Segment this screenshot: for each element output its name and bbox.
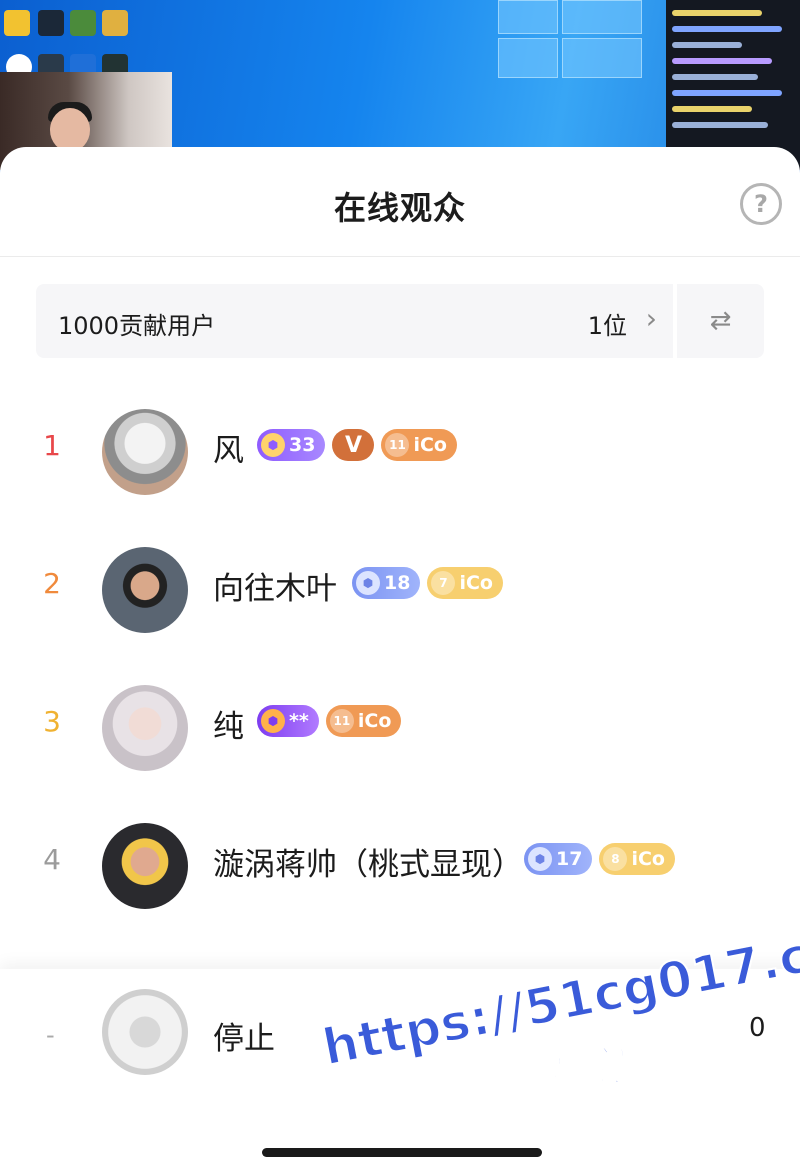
rank-number: 4: [43, 843, 61, 876]
badge-group: ⬢ ** 11 iCo: [257, 705, 402, 737]
hexagon-icon: ⬢: [261, 709, 285, 733]
viewer-row[interactable]: 3 纯 ⬢ ** 11 iCo: [0, 677, 800, 777]
chat-panel: [666, 0, 800, 170]
viewer-name: 停止: [213, 1021, 275, 1057]
heart-shield-icon: 11: [329, 709, 354, 733]
avatar[interactable]: [102, 685, 188, 771]
rank-number: 2: [43, 567, 61, 600]
viewer-row[interactable]: 2 向往木叶 ⬢ 18 7 iCo: [0, 539, 800, 639]
heart-shield-icon: 8: [603, 847, 628, 871]
contributors-bar: 1000贡献用户 1位 › ⇄: [36, 284, 764, 358]
viewer-name: 风: [213, 433, 244, 469]
fan-badge: 7 iCo: [427, 567, 503, 599]
level-badge: ⬢ 17: [524, 843, 593, 875]
viewer-name: 纯: [213, 709, 244, 745]
fan-badge: 8 iCo: [599, 843, 675, 875]
contributors-label: 1000贡献用户: [58, 312, 216, 340]
hexagon-icon: ⬢: [356, 571, 380, 595]
contributors-count: 1位: [587, 312, 627, 340]
rank-number: -: [46, 1021, 55, 1049]
chevron-right-icon: ›: [645, 302, 657, 335]
fan-badge: 11 iCo: [325, 705, 402, 737]
sheet-title: 在线观众: [333, 189, 466, 227]
badge-group: ⬢ 18 7 iCo: [352, 567, 503, 599]
steam-icon: [38, 10, 64, 36]
level-badge: ⬢ 18: [352, 567, 421, 599]
viewer-name: 向往木叶: [213, 571, 337, 607]
badge-group: ⬢ 33 V 11 iCo: [257, 429, 457, 461]
hexagon-icon: ⬢: [528, 847, 552, 871]
avatar[interactable]: [102, 547, 188, 633]
contributors-button[interactable]: 1000贡献用户 1位 ›: [36, 284, 673, 358]
game-icon: [102, 10, 128, 36]
swap-arrows-icon[interactable]: ⇄: [677, 284, 764, 358]
avatar[interactable]: [102, 989, 188, 1075]
rank-number: 1: [43, 429, 61, 462]
game-icon: [70, 10, 96, 36]
viewer-name: 漩涡蒋帅（桃式显现）: [213, 847, 523, 883]
vip-badge: V: [332, 429, 375, 461]
viewer-row[interactable]: 4 漩涡蒋帅（桃式显现） ⬢ 17 8 iCo: [0, 815, 800, 915]
level-badge: ⬢ 33: [257, 429, 326, 461]
heart-shield-icon: 7: [431, 571, 456, 595]
viewer-row[interactable]: 1 风 ⬢ 33 V 11 iCo: [0, 401, 800, 501]
windows-logo: [498, 0, 644, 86]
rank-number: 3: [43, 705, 61, 738]
hexagon-icon: ⬢: [261, 433, 285, 457]
level-badge: ⬢ **: [257, 705, 319, 737]
avatar[interactable]: [102, 823, 188, 909]
stream-preview: [0, 0, 800, 170]
question-circle-icon[interactable]: ?: [740, 183, 782, 225]
heart-shield-icon: 11: [385, 433, 410, 457]
desktop-app-icon: [4, 10, 30, 36]
sheet-header: 在线观众 ?: [0, 147, 800, 257]
avatar[interactable]: [102, 409, 188, 495]
fan-badge: 11 iCo: [381, 429, 457, 461]
badge-group: ⬢ 17 8 iCo: [524, 843, 675, 875]
